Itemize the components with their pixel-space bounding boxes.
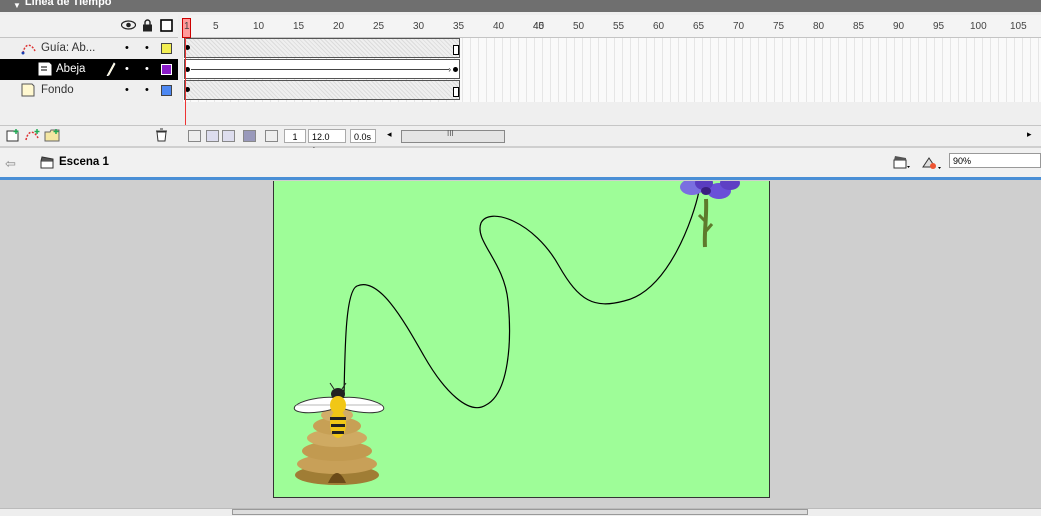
ruler-tick: 5	[213, 21, 219, 32]
ruler-tick: 50	[573, 21, 585, 32]
layer-row-guia[interactable]: Guía: Ab... • •	[0, 38, 178, 59]
frame-rate[interactable]: 12.0 fps	[308, 129, 346, 156]
clapperboard-icon[interactable]	[40, 156, 54, 172]
layer-name: Guía: Ab...	[41, 42, 96, 54]
triangle-down-icon[interactable]: ▼	[13, 0, 21, 12]
modify-markers-icon[interactable]	[265, 130, 278, 142]
ruler-tick: 85	[853, 21, 865, 32]
visibility-dot[interactable]: •	[125, 63, 129, 75]
pencil-icon	[106, 62, 116, 79]
layer-color-swatch[interactable]	[161, 43, 172, 54]
stage-area	[0, 181, 1041, 508]
ruler-tick: 35	[453, 21, 465, 32]
ruler-tick: 60	[653, 21, 665, 32]
frame-span-guia[interactable]	[184, 38, 460, 58]
layer-color-swatch[interactable]	[161, 85, 172, 96]
panel-title: Línea de Tiempo	[24, 0, 112, 8]
frame-grid[interactable]: ›	[182, 38, 1041, 102]
layer-row-abeja[interactable]: Abeja • •	[0, 59, 178, 80]
current-frame: 1	[284, 129, 306, 143]
ruler-tick: 55	[613, 21, 625, 32]
layer-icon	[21, 83, 35, 97]
scroll-right-arrow-icon[interactable]: ▸	[1027, 129, 1032, 140]
ruler-tick: 75	[773, 21, 785, 32]
center-frame-icon[interactable]	[188, 130, 201, 142]
lock-icon[interactable]	[142, 19, 153, 33]
layer-color-swatch[interactable]	[161, 64, 172, 75]
stage-scrollbar-thumb[interactable]	[232, 509, 808, 515]
ruler-tick: 65	[693, 21, 705, 32]
layer-header	[0, 15, 178, 38]
frame-ruler[interactable]: 1 5 10 15 20 25 30 35 40 40 45 50 55 60 …	[182, 15, 1041, 38]
visibility-dot[interactable]: •	[125, 42, 129, 54]
flower-graphic	[680, 181, 740, 248]
ruler-tick: 15	[293, 21, 305, 32]
ruler-tick: 1	[184, 21, 190, 32]
scene-bar: ⇦ Escena 1 90%	[0, 148, 1041, 180]
arrow-left-icon[interactable]: ⇦	[5, 156, 16, 172]
stage[interactable]	[273, 181, 770, 498]
ruler-tick: 25	[373, 21, 385, 32]
onion-skin-icon[interactable]	[206, 130, 219, 142]
guide-layer-icon	[21, 41, 36, 55]
timeline-panel-titlebar[interactable]: ▼ Línea de Tiempo	[0, 0, 1041, 12]
add-layer-icon[interactable]	[6, 128, 22, 145]
visibility-dot[interactable]: •	[125, 84, 129, 96]
edit-multiple-frames-icon[interactable]	[243, 130, 256, 142]
ruler-tick: 95	[933, 21, 945, 32]
eye-icon[interactable]	[120, 19, 137, 33]
zoom-field[interactable]: 90%	[949, 153, 1041, 168]
add-guide-layer-icon[interactable]	[24, 128, 42, 145]
ruler-tick: 105	[1010, 21, 1027, 32]
layer-name: Abeja	[56, 63, 86, 75]
lock-dot[interactable]: •	[145, 63, 149, 75]
scene-label[interactable]: Escena 1	[59, 156, 109, 168]
ruler-tick: 10	[253, 21, 265, 32]
bee-graphic	[293, 382, 385, 438]
timeline-scrollbar-thumb[interactable]: III	[401, 129, 505, 143]
ruler-tick: 70	[733, 21, 745, 32]
timeline-toolbar: 1 12.0 fps 0.0s ◂ III ▸	[0, 125, 1041, 156]
ruler-tick: 45	[533, 21, 545, 32]
ruler-tick: 30	[413, 21, 425, 32]
motion-guide-path	[343, 190, 700, 409]
timeline-panel: 1 5 10 15 20 25 30 35 40 40 45 50 55 60 …	[0, 12, 1041, 156]
layer-icon	[38, 62, 52, 76]
lock-dot[interactable]: •	[145, 84, 149, 96]
add-folder-icon[interactable]	[44, 128, 62, 145]
playhead-line	[185, 38, 186, 125]
frame-span-fondo[interactable]	[184, 80, 460, 100]
layer-row-fondo[interactable]: Fondo • •	[0, 80, 178, 101]
edit-symbol-icon[interactable]	[921, 155, 943, 174]
trash-icon[interactable]	[155, 128, 168, 145]
ruler-tick: 40	[493, 21, 505, 32]
ruler-tick: 20	[333, 21, 345, 32]
elapsed-time: 0.0s	[350, 129, 376, 143]
ruler-tick: 100	[970, 21, 987, 32]
ruler-tick: 90	[893, 21, 905, 32]
lock-dot[interactable]: •	[145, 42, 149, 54]
edit-scene-icon[interactable]	[893, 155, 911, 173]
outline-square-icon[interactable]	[160, 19, 173, 33]
ruler-tick: 80	[813, 21, 825, 32]
scroll-left-arrow-icon[interactable]: ◂	[387, 129, 392, 140]
layer-name: Fondo	[41, 84, 74, 96]
onion-skin-outlines-icon[interactable]	[222, 130, 235, 142]
frame-span-abeja-tween[interactable]: ›	[184, 59, 460, 79]
